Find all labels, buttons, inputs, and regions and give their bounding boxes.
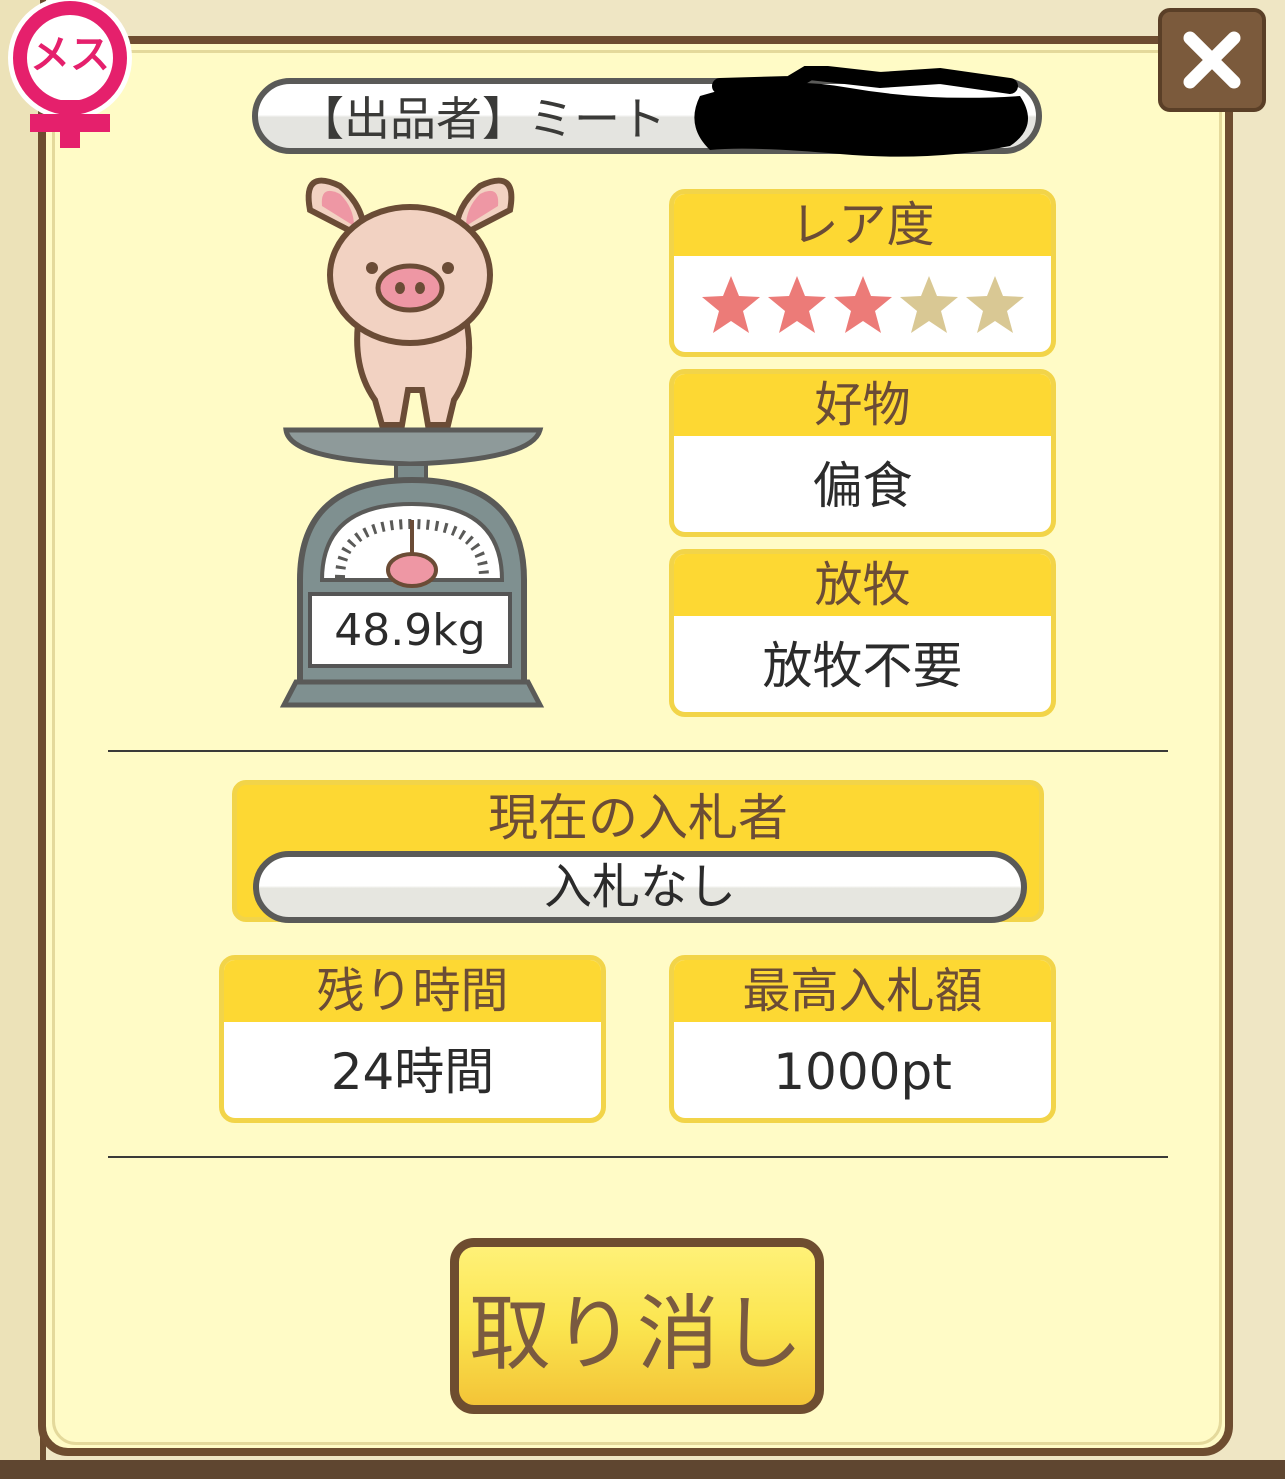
time-left-label: 残り時間: [224, 960, 601, 1022]
star-filled-icon: [701, 276, 760, 333]
star-empty-icon: [965, 276, 1024, 333]
time-left-card: 残り時間 24時間: [219, 955, 606, 1123]
close-icon: [1183, 31, 1241, 89]
redaction-scribble: [694, 66, 1028, 157]
favorite-food-value: 偏食: [812, 457, 913, 515]
time-left-value: 24時間: [330, 1043, 495, 1101]
star-filled-icon: [767, 276, 826, 333]
frame-bottom-strip: [0, 1460, 1285, 1479]
divider: [108, 1156, 1168, 1158]
close-button[interactable]: [1158, 8, 1266, 112]
favorite-food-card: 好物 偏食: [669, 369, 1056, 537]
divider: [108, 750, 1168, 752]
weight-readout: 48.9kg: [308, 592, 512, 668]
cancel-button[interactable]: 取り消し: [450, 1238, 824, 1414]
current-bidder-card: 現在の入札者 入札なし: [232, 780, 1044, 923]
current-bidder-label: 現在の入札者: [488, 789, 788, 847]
rarity-card: レア度: [669, 189, 1056, 357]
cancel-button-label: 取り消し: [468, 1286, 805, 1382]
star-empty-icon: [899, 276, 958, 333]
highest-bid-value: 1000pt: [773, 1043, 952, 1101]
gender-badge: メス: [0, 0, 150, 150]
seller-label: 【出品者】ミート: [298, 92, 666, 146]
current-bidder-value: 入札なし: [253, 851, 1027, 923]
rarity-stars: [674, 256, 1051, 336]
grazing-card: 放牧 放牧不要: [669, 549, 1056, 717]
highest-bid-card: 最高入札額 1000pt: [669, 955, 1056, 1123]
star-filled-icon: [833, 276, 892, 333]
rarity-label: レア度: [674, 194, 1051, 256]
gender-label: メス: [30, 32, 110, 78]
highest-bid-label: 最高入札額: [674, 960, 1051, 1022]
grazing-label: 放牧: [674, 554, 1051, 616]
grazing-value: 放牧不要: [762, 637, 963, 695]
favorite-food-label: 好物: [674, 374, 1051, 436]
weight-value: 48.9kg: [334, 604, 486, 656]
female-symbol-icon: メス: [8, 0, 132, 148]
